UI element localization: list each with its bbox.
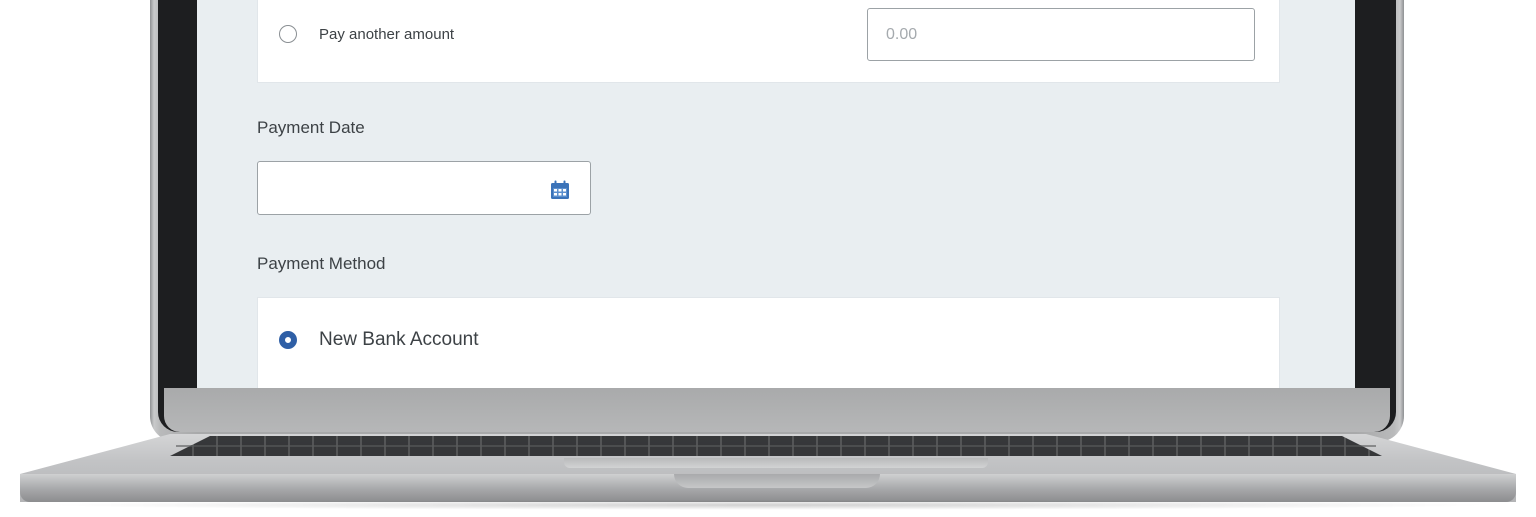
laptop-shadow	[40, 500, 1496, 510]
pay-another-amount-card: Pay another amount	[257, 0, 1280, 83]
lid-opening-notch	[674, 474, 880, 488]
new-bank-account-label: New Bank Account	[319, 329, 479, 350]
pay-another-amount-label: Pay another amount	[319, 26, 455, 43]
calendar-icon[interactable]	[550, 180, 570, 200]
laptop-screen: Pay another amount Payment Date Payment …	[197, 0, 1355, 388]
other-amount-input[interactable]	[867, 8, 1255, 61]
pay-another-amount-radio[interactable]	[279, 25, 297, 43]
hinge-recess	[564, 458, 988, 468]
screen-chin	[164, 388, 1390, 432]
payment-date-label: Payment Date	[257, 118, 365, 137]
laptop-mockup: Pay another amount Payment Date Payment …	[0, 0, 1536, 517]
keyboard-row-divider	[176, 445, 1376, 447]
payment-date-input[interactable]	[257, 161, 591, 215]
payment-method-label: Payment Method	[257, 254, 386, 273]
payment-method-card: New Bank Account	[257, 297, 1280, 388]
new-bank-account-radio[interactable]	[279, 331, 297, 349]
